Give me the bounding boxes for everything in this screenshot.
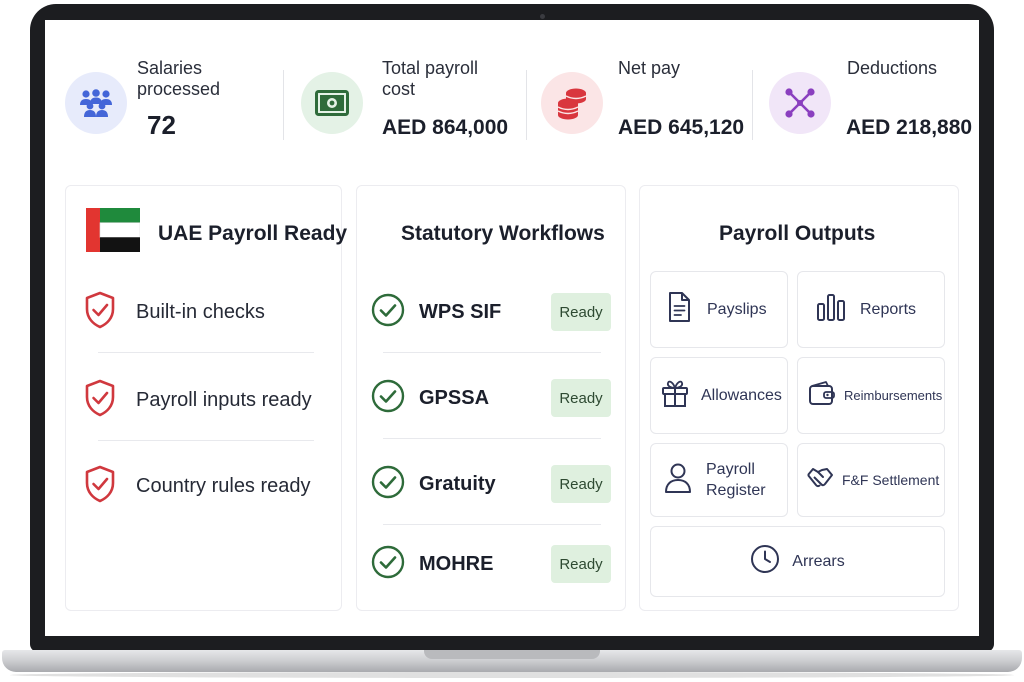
shield-check-icon xyxy=(84,465,116,508)
tile-label: Payslips xyxy=(707,301,767,318)
check-circle-icon xyxy=(371,465,405,504)
workflow-label: GPSSA xyxy=(419,386,490,409)
clock-icon xyxy=(750,544,780,579)
check-circle-icon xyxy=(371,379,405,418)
workflow-row-wps-sif[interactable]: WPS SIF Ready xyxy=(371,292,611,332)
stat-value: AED 864,000 xyxy=(382,116,509,139)
workflow-label: Gratuity xyxy=(419,472,496,495)
uae-payroll-panel: UAE Payroll Ready Built-in checks Payrol… xyxy=(65,185,347,611)
output-tile-payroll-register[interactable]: Payroll Register xyxy=(650,443,788,517)
check-circle-icon xyxy=(371,545,405,584)
gift-icon xyxy=(661,378,689,413)
divider xyxy=(98,440,314,441)
uae-item-label: Built-in checks xyxy=(136,300,265,323)
output-tile-reports[interactable]: Reports xyxy=(797,271,945,348)
stat-salaries-processed: Salaries processed 72 xyxy=(65,58,275,154)
uae-flag-icon xyxy=(86,208,141,252)
status-badge: Ready xyxy=(551,545,611,583)
statutory-workflows-panel: Statutory Workflows WPS SIF Ready GPSSA … xyxy=(356,185,626,611)
output-tile-arrears[interactable]: Arrears xyxy=(650,526,945,597)
payroll-outputs-panel: Payroll Outputs Payslips Reports Allowan… xyxy=(639,185,959,611)
output-tile-reimbursements[interactable]: Reimbursements xyxy=(797,357,945,434)
tile-label-line1: Payroll xyxy=(706,461,755,478)
uae-item-label: Payroll inputs ready xyxy=(136,388,312,411)
divider xyxy=(98,352,314,353)
tile-label-line2: Register xyxy=(706,482,766,499)
document-icon xyxy=(667,291,691,328)
divider xyxy=(383,352,601,353)
stat-label: Salaries processed xyxy=(137,58,220,100)
uae-item-built-in-checks: Built-in checks xyxy=(84,291,265,334)
tile-label: F&F Settlement xyxy=(842,471,940,488)
output-tile-allowances[interactable]: Allowances xyxy=(650,357,788,434)
tile-label: Reports xyxy=(860,301,917,318)
workflow-row-mohre[interactable]: MOHRE Ready xyxy=(371,544,611,584)
uae-item-payroll-inputs-ready: Payroll inputs ready xyxy=(84,379,312,422)
shield-check-icon xyxy=(84,291,116,334)
output-tile-ff-settlement[interactable]: F&F Settlement xyxy=(797,443,945,517)
laptop-shadow xyxy=(10,672,1014,678)
workflow-label: WPS SIF xyxy=(419,300,502,323)
stat-value: 72 xyxy=(147,110,176,140)
tile-label: Arrears xyxy=(792,553,845,570)
divider xyxy=(752,70,753,140)
stat-net-pay: Net pay AED 645,120 xyxy=(541,58,756,154)
stat-label-line1: Salaries xyxy=(137,58,203,78)
check-circle-icon xyxy=(371,293,405,332)
people-group-icon xyxy=(65,72,127,134)
status-badge: Ready xyxy=(551,379,611,417)
dashboard-screen: Salaries processed 72 Total payroll cost… xyxy=(45,20,979,636)
status-badge: Ready xyxy=(551,465,611,503)
user-icon xyxy=(664,462,692,499)
laptop-frame: Salaries processed 72 Total payroll cost… xyxy=(0,0,1024,682)
stat-label: Net pay xyxy=(618,58,681,78)
stat-total-payroll-cost: Total payroll cost AED 864,000 xyxy=(301,58,526,154)
divider xyxy=(383,438,601,439)
status-badge: Ready xyxy=(551,293,611,331)
workflow-row-gpssa[interactable]: GPSSA Ready xyxy=(371,378,611,418)
uae-item-label: Country rules ready xyxy=(136,474,311,497)
stat-label: Deductions xyxy=(847,58,938,78)
panel-title: Payroll Outputs xyxy=(719,222,876,245)
workflow-label: MOHRE xyxy=(419,552,494,575)
bar-chart-icon xyxy=(816,292,846,327)
stat-deductions: Deductions AED 218,880 xyxy=(769,58,974,154)
handshake-icon xyxy=(806,465,834,496)
camera-dot xyxy=(540,14,545,19)
tile-label: Allowances xyxy=(701,387,782,404)
coin-stack-icon xyxy=(541,72,603,134)
stat-value: AED 218,880 xyxy=(846,116,973,139)
divider xyxy=(283,70,284,140)
stat-label-line1: Total payroll xyxy=(382,58,479,78)
uae-item-country-rules-ready: Country rules ready xyxy=(84,465,311,508)
banknote-icon xyxy=(301,72,363,134)
stat-value: AED 645,120 xyxy=(618,116,745,139)
divider xyxy=(526,70,527,140)
output-tile-payslips[interactable]: Payslips xyxy=(650,271,788,348)
wallet-icon xyxy=(808,380,836,411)
network-x-icon xyxy=(769,72,831,134)
workflow-row-gratuity[interactable]: Gratuity Ready xyxy=(371,464,611,504)
stat-label: Total payroll cost xyxy=(382,58,478,100)
divider xyxy=(383,524,601,525)
tile-label: Reimbursements xyxy=(844,388,943,403)
shield-check-icon xyxy=(84,379,116,422)
laptop-notch xyxy=(424,650,600,659)
panel-title: Statutory Workflows xyxy=(401,222,605,245)
tile-label: Payroll Register xyxy=(706,459,766,501)
panel-title: UAE Payroll Ready xyxy=(158,222,348,245)
stat-label-line2: processed xyxy=(137,79,221,99)
stat-label-line2: cost xyxy=(382,79,416,99)
